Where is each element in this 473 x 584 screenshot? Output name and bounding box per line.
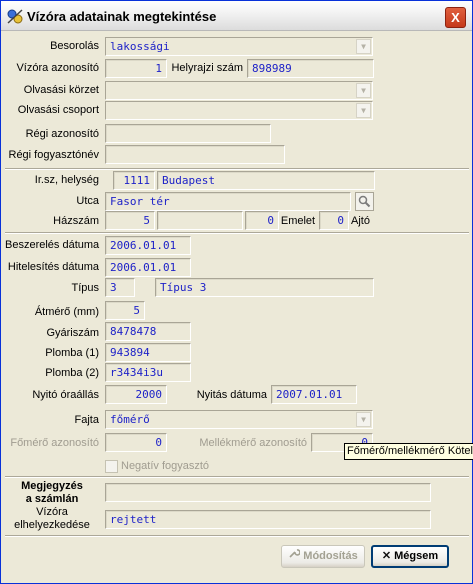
hazszam-extra-field[interactable] [157,211,243,230]
nyito-oraallas-label: Nyitó óraállás [32,389,99,401]
negativ-fogyaszto-checkbox[interactable] [105,460,118,473]
gyariszam-label: Gyáriszám [46,327,99,339]
section-divider [5,168,469,170]
x-icon: ✕ [381,550,392,562]
tooltip: Főmérő/mellékmérő Kötele [344,443,473,460]
gyariszam-field[interactable]: 8478478 [105,322,191,341]
tipus-name-field[interactable]: Típus 3 [155,278,374,297]
megjegyzes-label-line1: Megjegyzés [21,480,83,492]
chevron-down-icon: ▼ [356,83,371,98]
helyseg-field[interactable]: Budapest [157,171,375,190]
hazszam-field[interactable]: 5 [105,211,155,230]
fomero-azonosito-label: Főmérő azonosító [10,437,99,449]
section-divider [5,232,469,234]
atmero-label: Átmérő (mm) [34,306,99,318]
section-divider [5,535,469,537]
olvasasi-csoport-select[interactable]: ▼ [105,101,373,120]
utca-field[interactable]: Fasor tér [105,192,351,211]
ajto-field[interactable]: 0 [319,211,349,230]
dialog-window: Vízóra adatainak megtekintése X Besorolá… [0,0,473,584]
utca-label: Utca [76,195,99,207]
irsz-helyseg-label: Ir.sz, helység [34,174,99,186]
besorolas-select[interactable]: lakossági ▼ [105,37,373,56]
regi-azonosito-label: Régi azonosító [25,128,99,140]
plomba2-field[interactable]: r3434i3u [105,363,191,382]
fajta-value: főmérő [110,413,150,426]
chevron-down-icon: ▼ [356,103,371,118]
nyitas-datuma-field[interactable]: 2007.01.01 [271,385,357,404]
search-icon[interactable] [355,192,374,211]
plomba1-label: Plomba (1) [45,347,99,359]
section-divider [5,476,469,478]
regi-fogyasztonev-label: Régi fogyasztónév [8,149,100,161]
close-button[interactable]: X [445,7,466,28]
mellekmero-azonosito-label: Mellékmérő azonosító [199,437,307,449]
helyrajzi-szam-field[interactable]: 898989 [247,59,374,78]
meter-icon [7,9,23,24]
plomba1-field[interactable]: 943894 [105,343,191,362]
besorolas-value: lakossági [110,40,170,53]
chevron-down-icon: ▼ [356,412,371,427]
tipus-code-field[interactable]: 3 [105,278,135,297]
olvasasi-csoport-label: Olvasási csoport [17,104,99,116]
megjegyzes-label: Megjegyzés a számlán [5,480,99,506]
beszereles-datuma-field[interactable]: 2006.01.01 [105,236,191,255]
chevron-down-icon: ▼ [356,39,371,54]
vizora-azonosito-label: Vízóra azonosító [16,62,99,74]
fomero-azonosito-field[interactable]: 0 [105,433,167,452]
fajta-label: Fajta [74,414,99,426]
plomba2-label: Plomba (2) [45,367,99,379]
regi-fogyasztonev-field[interactable] [105,145,285,164]
megjegyzes-field[interactable] [105,483,431,502]
window-title: Vízóra adatainak megtekintése [27,9,217,24]
besorolas-label: Besorolás [50,40,99,52]
hitelesites-datuma-label: Hitelesítés dátuma [7,261,99,273]
beszereles-datuma-label: Beszerelés dátuma [5,239,100,251]
vizora-elhelyezkedese-label-line1: Vízóra [36,506,68,518]
modositas-label: Módosítás [303,550,358,562]
regi-azonosito-field[interactable] [105,124,271,143]
nyitas-datuma-label: Nyitás dátuma [196,389,267,401]
form-body: Besorolás lakossági ▼ Vízóra azonosító 1… [5,32,469,581]
megsem-label: Mégsem [394,550,439,562]
helyrajzi-szam-label: Helyrajzi szám [171,62,243,74]
hazszam-label: Házszám [53,215,99,227]
atmero-field[interactable]: 5 [105,301,145,320]
olvasasi-korzet-select[interactable]: ▼ [105,81,373,100]
olvasasi-korzet-label: Olvasási körzet [23,84,99,96]
hitelesites-datuma-field[interactable]: 2006.01.01 [105,258,191,277]
megjegyzes-label-line2: a számlán [25,493,79,505]
megsem-button[interactable]: ✕ Mégsem [371,545,449,568]
tipus-label: Típus [71,282,99,294]
vizora-elhelyezkedese-field[interactable]: rejtett [105,510,431,529]
modositas-button[interactable]: Módosítás [281,545,365,568]
vizora-elhelyezkedese-label: Vízóra elhelyezkedése [5,506,99,532]
fajta-select[interactable]: főmérő ▼ [105,410,373,429]
wrench-icon [288,546,301,567]
vizora-elhelyezkedese-label-line2: elhelyezkedése [14,519,90,531]
irsz-field[interactable]: 1111 [113,171,155,190]
title-bar: Vízóra adatainak megtekintése X [1,1,472,31]
ajto-label: Ajtó [351,215,370,227]
emelet-label: Emelet [280,215,316,227]
nyito-oraallas-field[interactable]: 2000 [105,385,167,404]
vizora-azonosito-field[interactable]: 1 [105,59,167,78]
emelet-field[interactable]: 0 [245,211,279,230]
negativ-fogyaszto-label: Negatív fogyasztó [121,460,210,472]
